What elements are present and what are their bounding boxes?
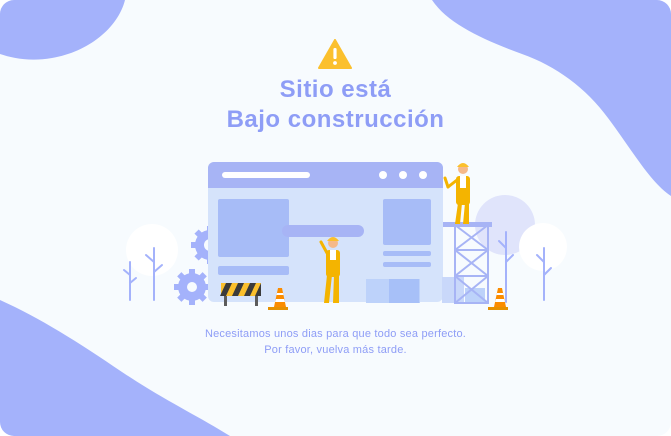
message-line-1: Necesitamos unos dias para que todo sea … bbox=[204, 328, 467, 340]
gear-small-icon bbox=[174, 269, 210, 305]
under-construction-card: Sitio está Bajo construcción Necesitamos… bbox=[0, 0, 671, 436]
message-line-2: Por favor, vuelva más tarde. bbox=[264, 344, 407, 356]
bg-circle-left bbox=[126, 224, 178, 276]
construction-barrier-icon bbox=[220, 283, 261, 306]
construction-illustration bbox=[123, 162, 567, 310]
worker-on-scaffold bbox=[443, 163, 470, 224]
